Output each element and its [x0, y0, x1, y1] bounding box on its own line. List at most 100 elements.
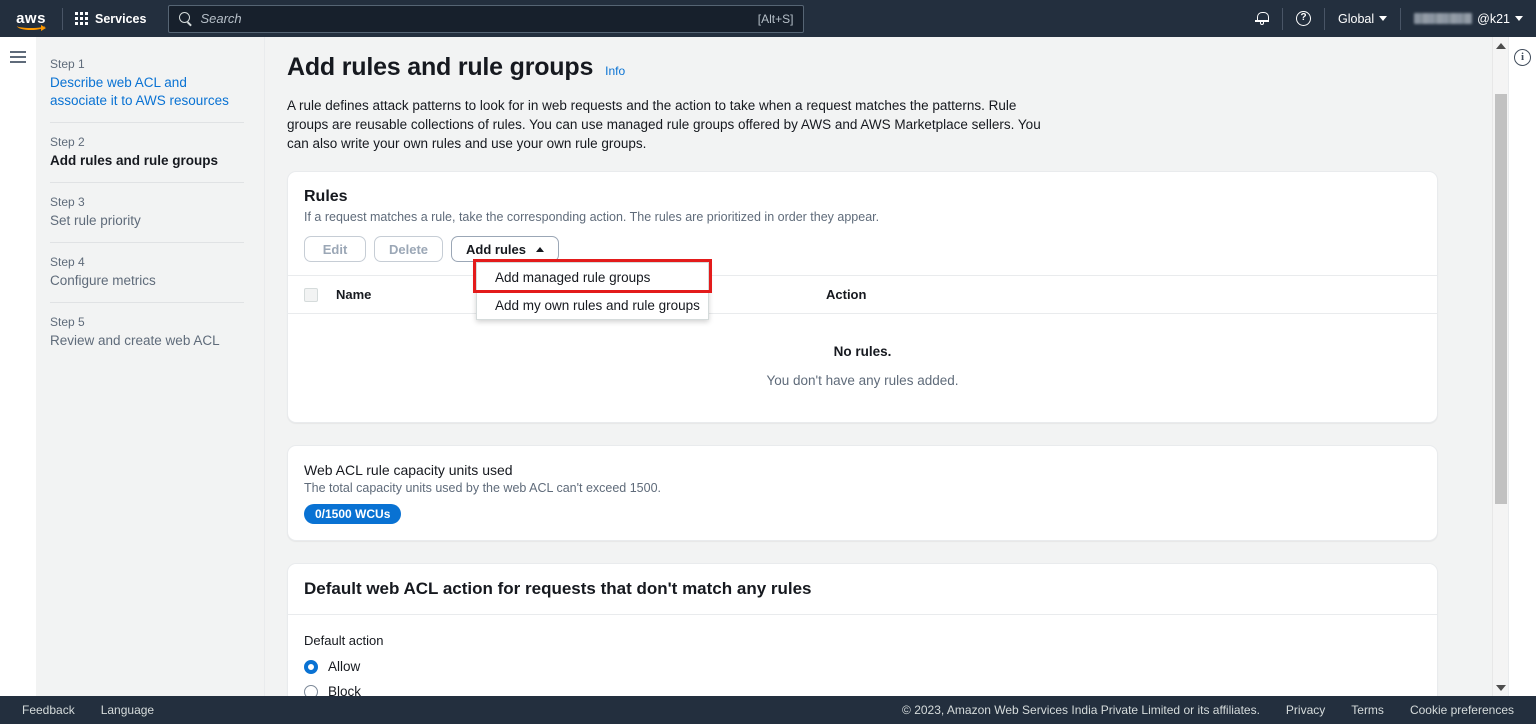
default-action-card-header: Default web ACL action for requests that…: [288, 564, 1437, 615]
capacity-card: Web ACL rule capacity units used The tot…: [287, 445, 1438, 541]
content-inner: Add rules and rule groups Info A rule de…: [265, 53, 1460, 696]
select-all-checkbox[interactable]: [304, 288, 318, 302]
default-action-field-label: Default action: [304, 633, 1421, 648]
triangle-up-icon: [1496, 43, 1506, 49]
scroll-down-button[interactable]: [1496, 679, 1506, 696]
services-label: Services: [95, 12, 146, 26]
content-scrollbar[interactable]: [1492, 37, 1508, 696]
sidebar-item-review-create[interactable]: Review and create web ACL: [50, 332, 244, 350]
bell-icon: [1255, 11, 1269, 26]
radio-block-label: Block: [328, 684, 361, 696]
wcu-badge: 0/1500 WCUs: [304, 504, 401, 524]
menu-item-add-managed-rule-groups[interactable]: Add managed rule groups: [477, 263, 708, 291]
account-menu[interactable]: @k21: [1401, 0, 1536, 37]
add-rules-label: Add rules: [466, 242, 526, 257]
feedback-link[interactable]: Feedback: [22, 703, 75, 717]
sidebar-item-add-rules[interactable]: Add rules and rule groups: [50, 152, 244, 170]
rules-toolbar: Edit Delete Add rules Add managed rule g…: [304, 236, 1421, 262]
services-menu-button[interactable]: Services: [63, 0, 158, 37]
region-label: Global: [1338, 12, 1374, 26]
page-body: Step 1 Describe web ACL and associate it…: [0, 37, 1536, 696]
table-header-row: Name Action: [288, 276, 1437, 314]
search-input[interactable]: Search [Alt+S]: [168, 5, 804, 33]
add-rules-dropdown-menu: Add managed rule groups Add my own rules…: [476, 262, 709, 320]
scroll-up-button[interactable]: [1496, 37, 1506, 54]
sidebar-item-set-rule-priority[interactable]: Set rule priority: [50, 212, 244, 230]
aws-console-page: aws Services Search [Alt+S] ? Global: [0, 0, 1536, 724]
column-header-action[interactable]: Action: [826, 276, 1437, 314]
sidebar-item-describe-web-acl[interactable]: Describe web ACL and associate it to AWS…: [50, 74, 244, 110]
search-shortcut-hint: [Alt+S]: [758, 12, 794, 26]
main-content: Add rules and rule groups Info A rule de…: [265, 37, 1536, 696]
radio-block-indicator[interactable]: [304, 685, 318, 697]
region-selector[interactable]: Global: [1325, 0, 1400, 37]
empty-state-title: No rules.: [288, 344, 1437, 359]
language-link[interactable]: Language: [101, 703, 154, 717]
radio-allow-indicator[interactable]: [304, 660, 318, 674]
triangle-down-icon: [1496, 685, 1506, 691]
rules-empty-state: No rules. You don't have any rules added…: [288, 314, 1437, 422]
capacity-subtitle: The total capacity units used by the web…: [304, 481, 1421, 495]
page-title: Add rules and rule groups: [287, 53, 593, 82]
page-header: Add rules and rule groups Info: [287, 53, 1438, 82]
delete-button[interactable]: Delete: [374, 236, 443, 262]
menu-item-add-my-own-rules[interactable]: Add my own rules and rule groups: [477, 291, 708, 319]
question-circle-icon: ?: [1296, 11, 1311, 26]
rules-table: Name Action: [288, 275, 1437, 314]
top-navigation-bar: aws Services Search [Alt+S] ? Global: [0, 0, 1536, 37]
chevron-up-icon: [536, 247, 544, 252]
scrollbar-track[interactable]: [1493, 54, 1509, 679]
page-footer: Feedback Language © 2023, Amazon Web Ser…: [0, 696, 1536, 724]
scrollbar-thumb[interactable]: [1495, 94, 1507, 504]
cookie-preferences-link[interactable]: Cookie preferences: [1410, 703, 1514, 717]
step-number: Step 5: [50, 315, 244, 329]
chevron-down-icon: [1515, 16, 1523, 21]
step-number: Step 1: [50, 57, 244, 71]
default-action-card-body: Default action Allow Block Cu: [288, 615, 1437, 696]
page-description: A rule defines attack patterns to look f…: [287, 96, 1041, 153]
sidebar-step-5: Step 5 Review and create web ACL: [50, 302, 244, 362]
sidebar-item-configure-metrics[interactable]: Configure metrics: [50, 272, 244, 290]
aws-logo[interactable]: aws: [0, 0, 62, 37]
info-link[interactable]: Info: [605, 64, 625, 78]
nav-right-group: ? Global @k21: [1242, 0, 1536, 37]
rules-table-head: Name Action: [288, 276, 1437, 314]
privacy-link[interactable]: Privacy: [1286, 703, 1325, 717]
default-action-heading: Default web ACL action for requests that…: [304, 579, 1421, 599]
search-placeholder: Search: [200, 11, 757, 26]
copyright-text: © 2023, Amazon Web Services India Privat…: [902, 703, 1260, 717]
radio-option-allow[interactable]: Allow: [304, 659, 1421, 674]
select-all-header: [288, 276, 336, 314]
sidebar-step-2: Step 2 Add rules and rule groups: [50, 122, 244, 182]
step-number: Step 3: [50, 195, 244, 209]
account-name-redacted: [1414, 13, 1472, 24]
empty-state-subtitle: You don't have any rules added.: [288, 373, 1437, 388]
notifications-button[interactable]: [1242, 0, 1282, 37]
footer-right-group: © 2023, Amazon Web Services India Privat…: [902, 703, 1536, 717]
account-label: @k21: [1477, 12, 1510, 26]
sidebar-step-3: Step 3 Set rule priority: [50, 182, 244, 242]
radio-option-block[interactable]: Block: [304, 684, 1421, 696]
radio-allow-label: Allow: [328, 659, 360, 674]
rules-card-header: Rules If a request matches a rule, take …: [288, 172, 1437, 262]
grid-icon: [75, 12, 88, 25]
chevron-down-icon: [1379, 16, 1387, 21]
capacity-title: Web ACL rule capacity units used: [304, 462, 1421, 478]
info-panel-icon[interactable]: i: [1514, 49, 1531, 66]
edit-button[interactable]: Edit: [304, 236, 366, 262]
terms-link[interactable]: Terms: [1351, 703, 1384, 717]
sidebar-step-4: Step 4 Configure metrics: [50, 242, 244, 302]
hamburger-menu-icon[interactable]: [10, 51, 26, 63]
default-action-card: Default web ACL action for requests that…: [287, 563, 1438, 696]
step-number: Step 4: [50, 255, 244, 269]
add-rules-button[interactable]: Add rules: [451, 236, 559, 262]
wizard-steps-sidebar: Step 1 Describe web ACL and associate it…: [36, 37, 265, 696]
help-button[interactable]: ?: [1283, 0, 1324, 37]
aws-logo-smile-icon: [17, 22, 45, 30]
capacity-card-body: Web ACL rule capacity units used The tot…: [288, 446, 1437, 540]
search-icon: [179, 12, 192, 25]
nav-toggle-column: [0, 37, 36, 696]
step-number: Step 2: [50, 135, 244, 149]
rules-card: Rules If a request matches a rule, take …: [287, 171, 1438, 423]
sidebar-step-1: Step 1 Describe web ACL and associate it…: [50, 51, 244, 122]
